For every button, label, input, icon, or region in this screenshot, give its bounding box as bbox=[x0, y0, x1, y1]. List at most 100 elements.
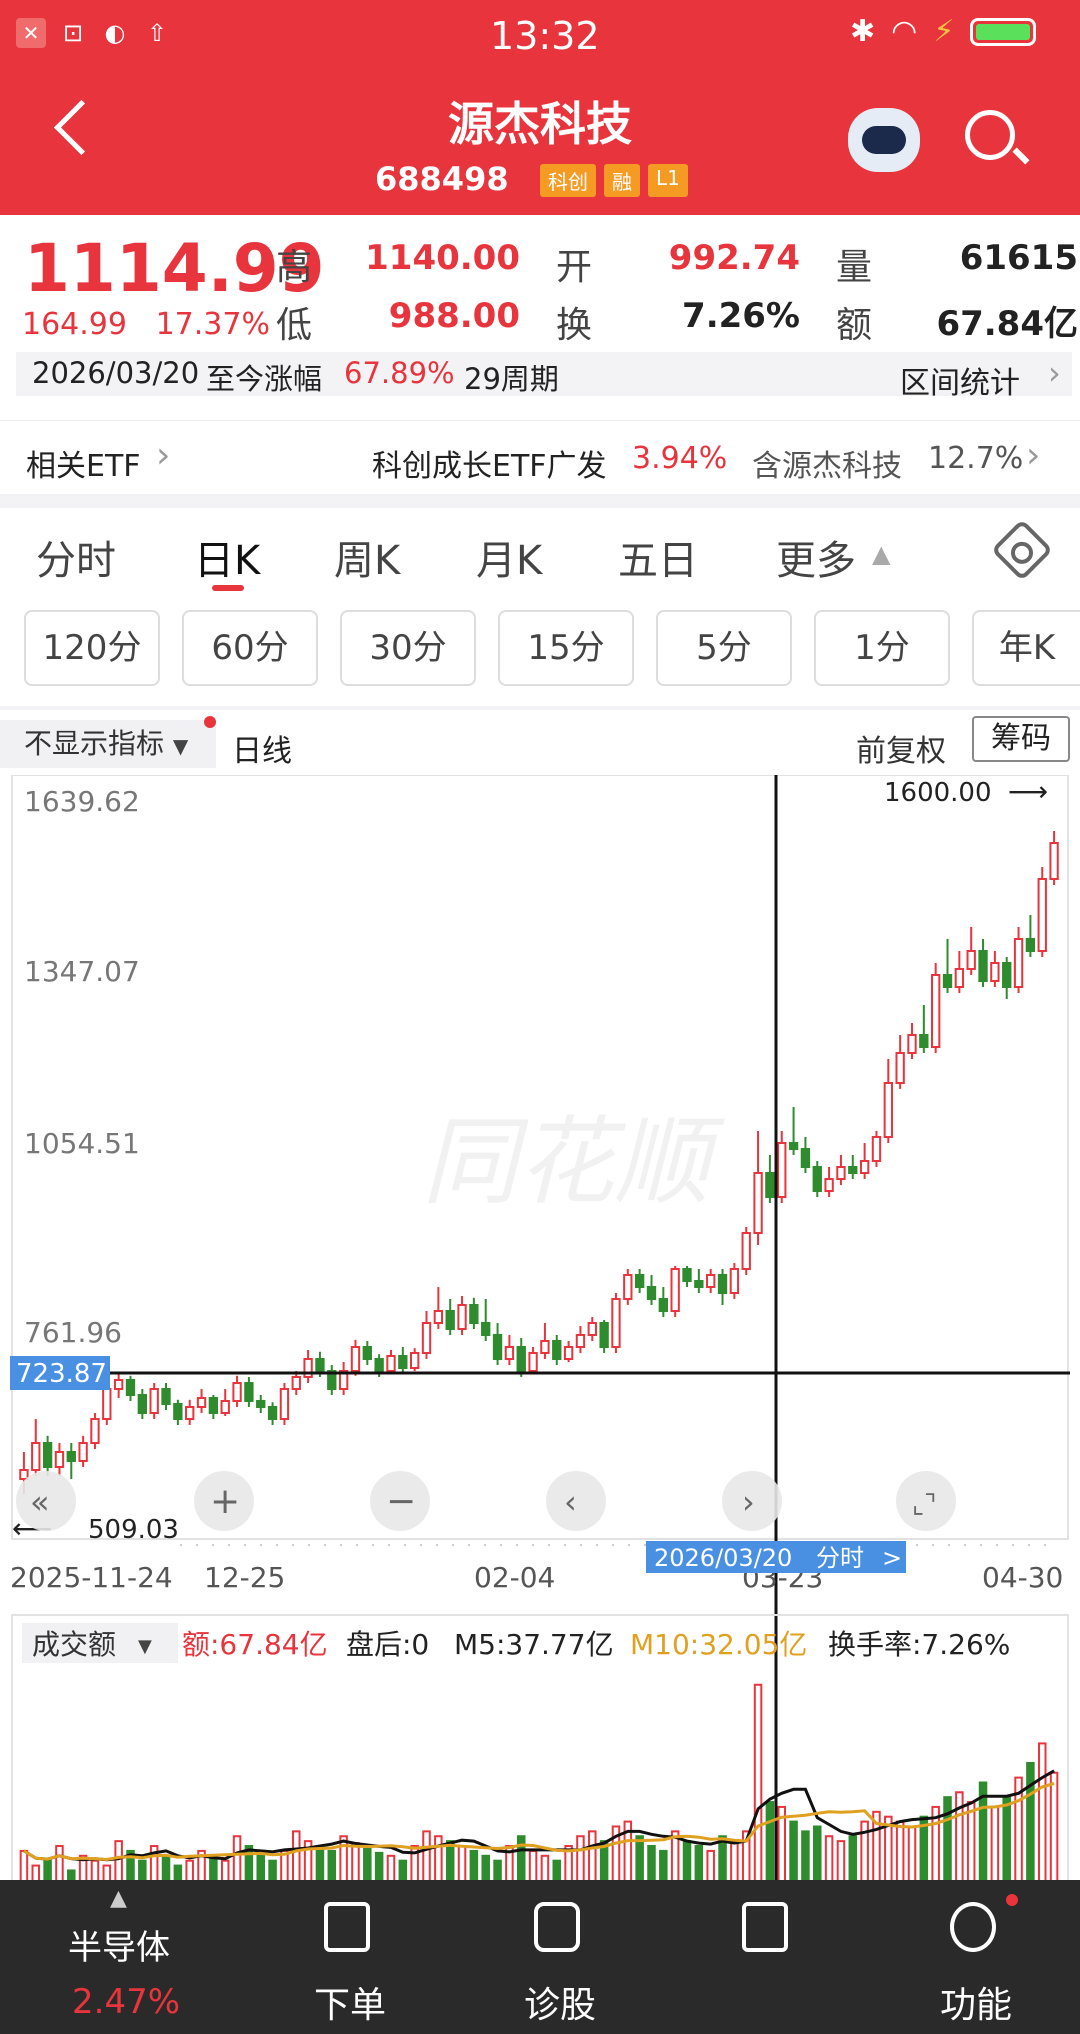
candle-up bbox=[741, 1232, 751, 1270]
nav-diagnose[interactable]: 诊股 bbox=[460, 1880, 660, 2034]
btn-60min[interactable]: 60分 bbox=[182, 610, 318, 686]
candle-up bbox=[90, 1418, 100, 1444]
tab-daily-k[interactable]: 日K bbox=[194, 528, 260, 586]
candle-up bbox=[350, 1346, 361, 1372]
chevron-right-icon: › bbox=[742, 1483, 755, 1521]
candle-down bbox=[552, 1340, 562, 1360]
tab-more[interactable]: 更多 bbox=[776, 528, 856, 586]
app-icon: ⊡ bbox=[62, 19, 84, 47]
settings-hexagon-icon[interactable] bbox=[990, 518, 1054, 582]
volume-label: 量 bbox=[836, 247, 873, 288]
candle-up bbox=[1037, 878, 1047, 952]
search-icon[interactable] bbox=[965, 110, 1015, 160]
range-bar[interactable]: 2026/03/20 至今涨幅 67.89% 29周期 区间统计 › bbox=[16, 352, 1072, 401]
volume-m10: M10:32.05亿 bbox=[630, 1628, 807, 1661]
charging-icon: ⚡ bbox=[933, 14, 955, 49]
candle-up bbox=[883, 1082, 893, 1138]
interval-stats-button[interactable]: 区间统计 bbox=[900, 358, 1020, 402]
dropdown-caret-icon: ▼ bbox=[138, 1636, 152, 1657]
high-marker: 1600.00 bbox=[884, 778, 992, 808]
candle-up bbox=[563, 1346, 574, 1360]
chevron-right-icon: > bbox=[882, 1544, 902, 1572]
btn-yearly-k[interactable]: 年K bbox=[972, 610, 1080, 686]
tag-kechuang: 科创 bbox=[540, 164, 596, 197]
candle-down bbox=[658, 1298, 669, 1312]
candle-up bbox=[753, 1172, 763, 1234]
candle-up bbox=[149, 1388, 159, 1414]
sector-name: 半导体 bbox=[68, 1928, 170, 1968]
candle-down bbox=[942, 974, 953, 988]
range-date: 2026/03/20 bbox=[32, 356, 200, 390]
tab-intraday[interactable]: 分时 bbox=[36, 528, 116, 586]
candle-up bbox=[859, 1160, 870, 1174]
plus-square-icon bbox=[742, 1902, 788, 1952]
minus-icon: − bbox=[386, 1481, 416, 1522]
divider bbox=[0, 706, 1080, 710]
sector-indicator[interactable]: ▲ 半导体 2.47% bbox=[24, 1880, 224, 2034]
turnover-label: 换 bbox=[556, 305, 593, 346]
kline-chart[interactable]: 同花顺 1639.62 1347.07 1054.51 761.96 723.8… bbox=[10, 775, 1070, 1890]
nav-order-label: 下单 bbox=[313, 1985, 386, 2026]
volume-bar bbox=[990, 1805, 1000, 1890]
y-tick: 761.96 bbox=[24, 1316, 122, 1349]
divider bbox=[0, 494, 1080, 508]
medical-kit-icon bbox=[534, 1902, 580, 1952]
candle-up bbox=[54, 1451, 65, 1468]
candle-up bbox=[836, 1166, 846, 1180]
watermark: 同花顺 bbox=[422, 1106, 725, 1218]
stock-tags: 科创 融 L1 bbox=[540, 164, 688, 197]
volume-bar bbox=[765, 1801, 775, 1890]
tab-monthly-k[interactable]: 月K bbox=[476, 528, 542, 586]
open-label: 开 bbox=[556, 247, 593, 288]
indicator-select[interactable]: 不显示指标 ▼ bbox=[0, 720, 216, 768]
btn-120min[interactable]: 120分 bbox=[24, 610, 160, 686]
etf-fund-name: 科创成长ETF广发 bbox=[372, 449, 607, 484]
x-tick: 2025-11-24 bbox=[10, 1561, 173, 1594]
tab-five-day[interactable]: 五日 bbox=[618, 528, 698, 586]
range-text: 至今涨幅 bbox=[206, 362, 323, 396]
candle-up bbox=[291, 1376, 301, 1390]
etf-fund-pct: 3.94% bbox=[632, 441, 728, 476]
candle-down bbox=[173, 1403, 183, 1420]
nav-functions[interactable]: 功能 bbox=[876, 1880, 1076, 2034]
adjust-mode-button[interactable]: 前复权 bbox=[856, 726, 946, 770]
candle-down bbox=[1002, 962, 1012, 988]
status-time: 13:32 bbox=[490, 14, 600, 58]
btn-5min[interactable]: 5分 bbox=[656, 610, 792, 686]
dropdown-caret-icon: ▼ bbox=[172, 734, 189, 758]
candle-up bbox=[587, 1322, 597, 1336]
tag-l1: L1 bbox=[648, 164, 688, 197]
triangle-up-icon: ▲ bbox=[110, 1886, 127, 1911]
candle-up bbox=[777, 1142, 787, 1198]
nav-diagnose-label: 诊股 bbox=[523, 1985, 596, 2026]
nav-add[interactable] bbox=[668, 1880, 868, 2034]
candle-up bbox=[102, 1388, 112, 1420]
upload-icon: ⇧ bbox=[146, 19, 168, 47]
btn-30min[interactable]: 30分 bbox=[340, 610, 476, 686]
volume-bar bbox=[1002, 1796, 1011, 1890]
assistant-robot-icon[interactable] bbox=[848, 108, 920, 172]
tab-weekly-k[interactable]: 周K bbox=[334, 528, 400, 586]
candle-up bbox=[611, 1298, 621, 1348]
stock-code: 688498 bbox=[375, 160, 509, 198]
related-etf-row[interactable]: 相关ETF › 科创成长ETF广发 3.94% 含源杰科技 12.7% › bbox=[0, 420, 1080, 491]
candle-up bbox=[386, 1355, 396, 1372]
nav-order[interactable]: 下单 bbox=[250, 1880, 450, 2034]
chips-button[interactable]: 筹码 bbox=[972, 716, 1070, 762]
range-pct: 67.89% bbox=[344, 356, 455, 390]
wifi-icon: ◠ bbox=[891, 14, 918, 49]
low-value: 988.00 bbox=[388, 296, 520, 336]
arrow-right-icon: ⟶ bbox=[1008, 775, 1048, 808]
candle-down bbox=[256, 1400, 266, 1408]
btn-1min[interactable]: 1分 bbox=[814, 610, 950, 686]
double-chevron-left-icon: « bbox=[30, 1483, 50, 1521]
candle-up bbox=[670, 1268, 680, 1312]
after-hours: 盘后:0 bbox=[346, 1628, 429, 1661]
moon-icon: ◐ bbox=[104, 19, 126, 47]
crosshair-date: 2026/03/20 bbox=[654, 1544, 792, 1572]
btn-15min[interactable]: 15分 bbox=[498, 610, 634, 686]
y-tick: 1639.62 bbox=[24, 785, 140, 818]
y-tick: 1054.51 bbox=[24, 1127, 140, 1160]
battery-icon bbox=[970, 17, 1037, 46]
candle-up bbox=[1049, 842, 1059, 880]
